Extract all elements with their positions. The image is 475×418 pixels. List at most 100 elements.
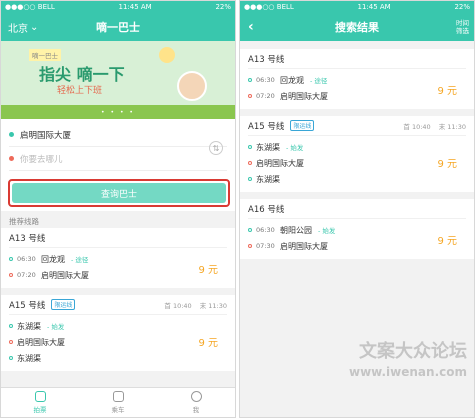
stop-name: 东湖渠 [256,142,280,152]
tab-ticket[interactable]: 拍票 [1,388,79,417]
stop-note: - 途径 [71,256,89,264]
stop-row: 07:20 启明国际大厦 [248,88,466,104]
route-title: A16 号线 [248,199,466,219]
carousel-dots[interactable]: • • • • [1,109,235,116]
hand-icon [177,71,207,101]
stop-row: 06:30 回龙观 - 途径 [248,72,466,88]
stop-note: - 途径 [310,77,328,85]
route-card[interactable]: A15 号线 限运线 首 10:40 末 11:30 东湖渠 - 始发 启明国际… [1,295,235,371]
tab-me[interactable]: 我 [157,388,235,417]
screenshot-root: ●●●○○ BELL 11:45 AM 22% 北京 ⌄ 嘀一巴士 嘀一巴士 指… [0,0,475,418]
stop-name: 启明国际大厦 [256,158,304,168]
stop-row: 07:20 启明国际大厦 [9,267,227,283]
stop-name: 回龙观 [280,75,304,85]
stop-row: 启明国际大厦 [9,334,227,350]
route-stops: 06:30 回龙观 - 途径 07:20 启明国际大厦 9 元 [248,69,466,109]
route-name: A15 号线 [9,300,46,311]
battery: 22% [454,3,470,11]
page-title: 嘀一巴士 [96,21,140,34]
route-card[interactable]: A13 号线 06:30 回龙观 - 途径 07:20 启明国际大厦 9 元 [240,49,474,109]
route-stops: 06:30 回龙观 - 途径 07:20 启明国际大厦 9 元 [9,248,227,288]
stop-dot-icon [9,257,13,261]
stop-row: 启明国际大厦 [248,155,466,171]
route-times: 首 10:40 末 11:30 [403,121,466,131]
status-time: 11:45 AM [357,3,391,11]
route-price: 9 元 [198,265,218,276]
stop-name: 东湖渠 [17,353,41,363]
stop-time: 07:20 [256,92,275,100]
query-bus-button[interactable]: 查询巴士 [12,183,226,203]
route-badge: 限运线 [51,299,76,310]
stop-name: 启明国际大厦 [280,91,328,101]
banner-subline: 轻松上下班 [57,86,103,96]
stop-row: 东湖渠 [248,171,466,187]
bus-icon [112,391,124,402]
stop-row: 06:30 回龙观 - 途径 [9,251,227,267]
route-price: 9 元 [198,338,218,349]
route-price: 9 元 [437,236,457,247]
stop-row: 07:30 启明国际大厦 [248,238,466,254]
status-bar: ●●●○○ BELL 11:45 AM 22% [1,1,235,13]
route-price: 9 元 [437,159,457,170]
time-filter-line1: 时间 [456,19,469,27]
stop-name: 东湖渠 [17,321,41,331]
watermark-line2: www.iwenan.com [349,365,467,379]
stop-name: 朝阳公园 [280,225,312,235]
user-icon [190,391,202,402]
to-field[interactable]: 你要去哪儿 [9,147,227,171]
stop-name: 启明国际大厦 [280,241,328,251]
stop-dot-icon [248,177,252,181]
tab-ride[interactable]: 乘车 [79,388,157,417]
route-title: A15 号线 限运线 首 10:40 末 11:30 [248,116,466,136]
tab-label: 拍票 [33,406,47,414]
route-times: 首 10:40 末 11:30 [164,300,227,310]
route-card[interactable]: A16 号线 06:30 朝阳公园 - 始发 07:30 启明国际大厦 9 元 [240,199,474,259]
route-title: A13 号线 [9,228,227,248]
stop-dot-icon [9,324,13,328]
stop-dot-icon [248,161,252,165]
swap-icon[interactable]: ⇅ [209,141,223,155]
stop-time: 07:20 [17,271,36,279]
carrier: ●●●○○ BELL [5,3,55,11]
carrier: ●●●○○ BELL [244,3,294,11]
promo-banner[interactable]: 嘀一巴士 指尖 嘀一下 轻松上下班 • • • • [1,41,235,119]
status-time: 11:45 AM [118,3,152,11]
route-card[interactable]: A15 号线 限运线 首 10:40 末 11:30 东湖渠 - 始发 启明国际… [240,116,474,192]
from-field[interactable]: 启明国际大厦 [9,123,227,147]
stop-time: 06:30 [256,76,275,84]
last-bus-time: 末 11:30 [199,301,227,310]
stop-dot-icon [248,228,252,232]
tab-label: 我 [192,406,200,414]
tab-label: 乘车 [111,406,125,414]
from-value: 启明国际大厦 [20,130,72,141]
first-bus-time: 首 10:40 [403,122,431,131]
route-card[interactable]: A13 号线 06:30 回龙观 - 途径 07:20 启明国际大厦 9 元 [1,228,235,288]
first-bus-time: 首 10:40 [164,301,192,310]
route-title: A13 号线 [248,49,466,69]
status-bar: ●●●○○ BELL 11:45 AM 22% [240,1,474,13]
stop-dot-icon [248,78,252,82]
search-card: 启明国际大厦 你要去哪儿 ⇅ 查询巴士 [1,119,235,211]
route-name: A15 号线 [248,121,285,132]
ticket-icon [34,391,46,402]
stop-dot-icon [9,356,13,360]
banner-headline: 指尖 嘀一下 [39,65,125,84]
sun-icon [159,47,175,63]
time-filter-button[interactable]: 时间 筛选 [456,19,469,35]
stop-dot-icon [248,244,252,248]
destination-dot-icon [9,156,14,161]
stop-note: - 始发 [47,323,65,331]
stop-dot-icon [9,340,13,344]
route-name: A13 号线 [9,233,46,244]
stop-name: 东湖渠 [256,174,280,184]
watermark-line1: 文案大众论坛 [359,341,467,362]
tab-bar: 拍票 乘车 我 [1,387,235,417]
stop-time: 06:30 [17,255,36,263]
route-stops: 06:30 朝阳公园 - 始发 07:30 启明国际大厦 9 元 [248,219,466,259]
route-price: 9 元 [437,86,457,97]
stop-dot-icon [248,145,252,149]
home-screen: ●●●○○ BELL 11:45 AM 22% 北京 ⌄ 嘀一巴士 嘀一巴士 指… [0,0,236,418]
stop-name: 启明国际大厦 [17,337,65,347]
route-name: A16 号线 [248,204,285,215]
route-stops: 东湖渠 - 始发 启明国际大厦 东湖渠 9 元 [9,315,227,371]
